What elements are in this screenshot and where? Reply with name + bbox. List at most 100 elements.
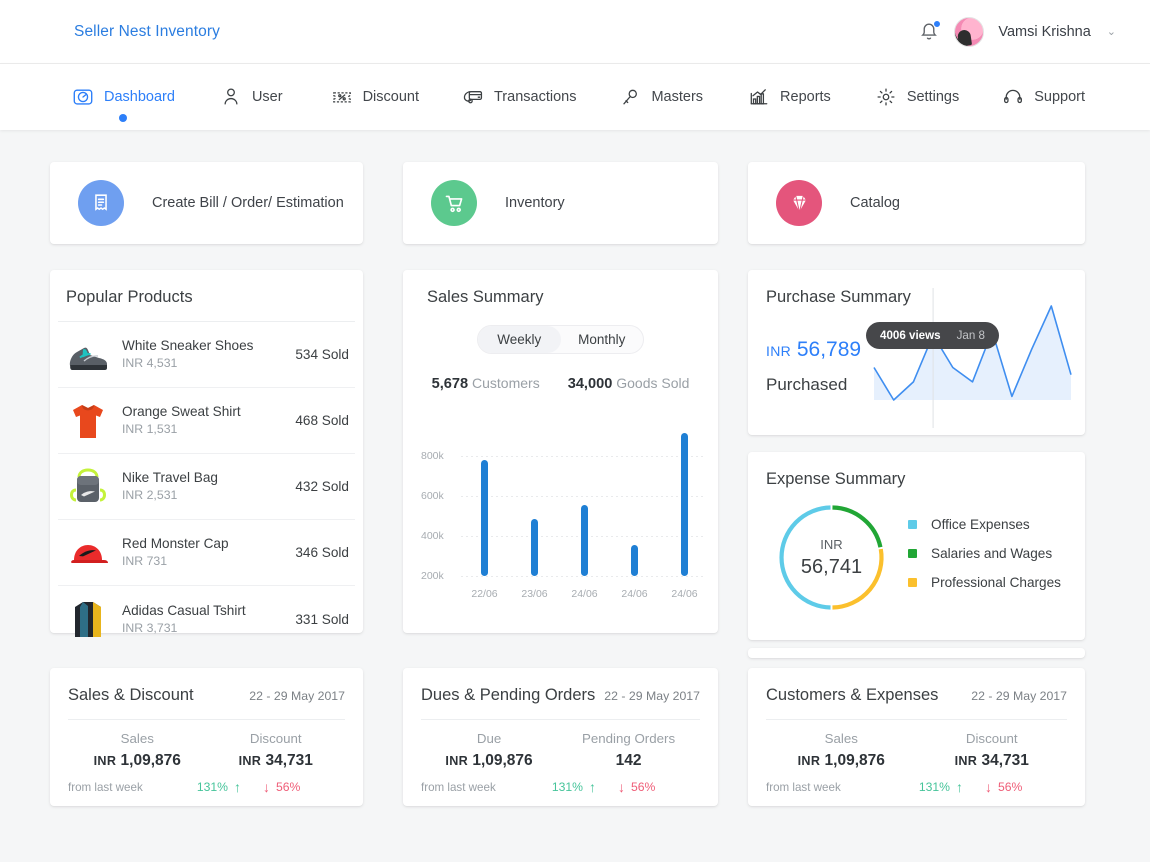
y-axis-tick: 200k — [421, 570, 444, 582]
invoice-icon — [78, 180, 124, 226]
product-info: White Sneaker Shoes INR 4,531 — [122, 337, 295, 372]
chevron-down-icon[interactable]: ⌄ — [1107, 25, 1116, 38]
chart-gridline — [461, 456, 706, 457]
list-item[interactable]: Red Monster Cap INR 731 346 Sold — [58, 520, 355, 586]
coupon-icon — [332, 92, 351, 103]
stat-value: INR 1,09,876 — [421, 752, 557, 770]
nav-label: Discount — [362, 89, 419, 105]
nav-item-dashboard[interactable]: Dashboard — [72, 64, 175, 130]
currency-label: INR — [93, 754, 117, 768]
kpi-goods-sold: 34,000 Goods Sold — [568, 375, 690, 392]
nav-label: Transactions — [493, 89, 577, 105]
stat-footer: from last week 131% ↑ ↓ 56% — [403, 780, 718, 794]
toggle-monthly[interactable]: Monthly — [561, 326, 644, 353]
stat-label: Sales — [824, 731, 858, 746]
product-name: White Sneaker Shoes — [122, 338, 254, 353]
chart-gridline — [461, 496, 706, 497]
jacket-thumb — [64, 596, 112, 642]
delta-decrease: ↓ 56% — [241, 780, 345, 794]
tooltip-views: 4006 views — [880, 329, 941, 342]
nav-item-settings[interactable]: Settings — [875, 64, 959, 130]
chart-bar[interactable] — [531, 519, 538, 576]
sneaker-thumb — [64, 332, 112, 378]
nav-item-support[interactable]: Support — [1002, 64, 1085, 130]
donut-currency: INR — [820, 536, 843, 552]
expense-donut-chart: INR 56,741 — [774, 500, 889, 615]
currency-label: INR — [445, 754, 469, 768]
kpi-label: Customers — [472, 375, 540, 391]
stat-value: INR 34,731 — [207, 752, 346, 770]
stat-date-range: 22 - 29 May 2017 — [604, 689, 700, 703]
currency-label: INR — [954, 754, 978, 768]
legend-swatch — [908, 520, 917, 529]
nav-label: Support — [1034, 89, 1086, 105]
area-fill — [874, 306, 1071, 400]
speedometer-icon — [73, 89, 93, 105]
delta-increase: 131% ↑ — [552, 780, 596, 794]
notification-badge-dot — [933, 19, 942, 28]
sales-period-toggle[interactable]: Weekly Monthly — [477, 325, 644, 354]
nav-label: User — [251, 89, 283, 105]
top-bar-right: Vamsi Krishna ⌄ — [918, 16, 1116, 47]
currency-label: INR — [797, 754, 821, 768]
stat-title: Dues & Pending Orders — [421, 686, 596, 704]
avatar[interactable] — [954, 16, 985, 47]
sales-kpi-row: 5,678 Customers 34,000 Goods Sold — [403, 375, 718, 392]
chart-bar[interactable] — [481, 460, 488, 576]
quick-action-catalog[interactable]: Catalog — [748, 162, 1085, 244]
delta-value: 56% — [276, 780, 301, 794]
chart-bar[interactable] — [681, 433, 688, 576]
nav-item-user[interactable]: User — [220, 64, 283, 130]
stat-date-range: 22 - 29 May 2017 — [971, 689, 1067, 703]
stat-values: Due INR 1,09,876 Pending Orders 142 — [403, 720, 718, 770]
donut-amount: 56,741 — [800, 555, 863, 578]
stat-value: INR 1,09,876 — [766, 752, 917, 770]
delta-increase: 131% ↑ — [919, 780, 963, 794]
nav-item-masters[interactable]: Masters — [619, 64, 703, 130]
kpi-value: 5,678 — [431, 376, 469, 392]
list-item[interactable]: Orange Sweat Shirt INR 1,531 468 Sold — [58, 388, 355, 454]
list-item[interactable]: Adidas Casual Tshirt INR 3,731 331 Sold — [58, 586, 355, 652]
sales-bar-chart: 800k 600k 400k 200k 22/06 23/06 24/06 24/06 24/0… — [403, 404, 718, 604]
sales-summary-panel: Sales Summary Weekly Monthly 5,678 Custo… — [403, 270, 718, 633]
nav-item-discount[interactable]: Discount — [331, 64, 419, 130]
stat-footer: from last week 131% ↑ ↓ 56% — [50, 780, 363, 794]
diamond-icon — [776, 180, 822, 226]
kpi-value: 34,000 — [567, 376, 613, 392]
stat-label: Discount — [965, 731, 1018, 746]
stat-header: Dues & Pending Orders 22 - 29 May 2017 — [403, 668, 718, 705]
user-icon — [224, 88, 238, 105]
key-icon — [623, 89, 638, 105]
toggle-weekly[interactable]: Weekly — [478, 326, 561, 353]
stat-values: Sales INR 1,09,876 Discount INR 34,731 — [50, 720, 363, 770]
stat-col-right: Pending Orders 142 — [557, 720, 700, 770]
bag-thumb — [64, 464, 112, 510]
nav-item-reports[interactable]: Reports — [748, 64, 831, 130]
quick-action-inventory[interactable]: Inventory — [403, 162, 718, 244]
dashboard-content: Create Bill / Order/ Estimation Inventor… — [0, 130, 1150, 862]
chart-bar[interactable] — [581, 505, 588, 576]
panel-title: Popular Products — [66, 288, 193, 306]
stat-title: Customers & Expenses — [766, 686, 939, 704]
quick-action-create-bill[interactable]: Create Bill / Order/ Estimation — [50, 162, 363, 244]
purchase-caption: Purchased — [766, 375, 848, 394]
chart-bar[interactable] — [631, 545, 638, 576]
list-item[interactable]: Nike Travel Bag INR 2,531 432 Sold — [58, 454, 355, 520]
product-name: Orange Sweat Shirt — [122, 404, 241, 419]
delta-decrease: ↓ 56% — [596, 780, 700, 794]
product-name: Nike Travel Bag — [122, 470, 218, 485]
stat-value: 142 — [557, 752, 700, 770]
stat-label: Sales — [120, 731, 154, 746]
delta-value: 56% — [998, 780, 1023, 794]
from-last-week-label: from last week — [68, 780, 143, 794]
from-last-week-label: from last week — [421, 780, 496, 794]
x-axis-tick: 23/06 — [521, 588, 548, 600]
nav-item-transactions[interactable]: Transactions — [462, 64, 576, 130]
product-sold-count: 346 Sold — [295, 545, 349, 560]
app-brand-title[interactable]: Seller Nest Inventory — [74, 23, 220, 41]
y-axis-tick: 800k — [421, 450, 444, 462]
currency-label: INR — [766, 343, 792, 359]
notifications-button[interactable] — [918, 19, 942, 44]
legend-label: Salaries and Wages — [931, 546, 1053, 561]
list-item[interactable]: White Sneaker Shoes INR 4,531 534 Sold — [58, 322, 355, 388]
